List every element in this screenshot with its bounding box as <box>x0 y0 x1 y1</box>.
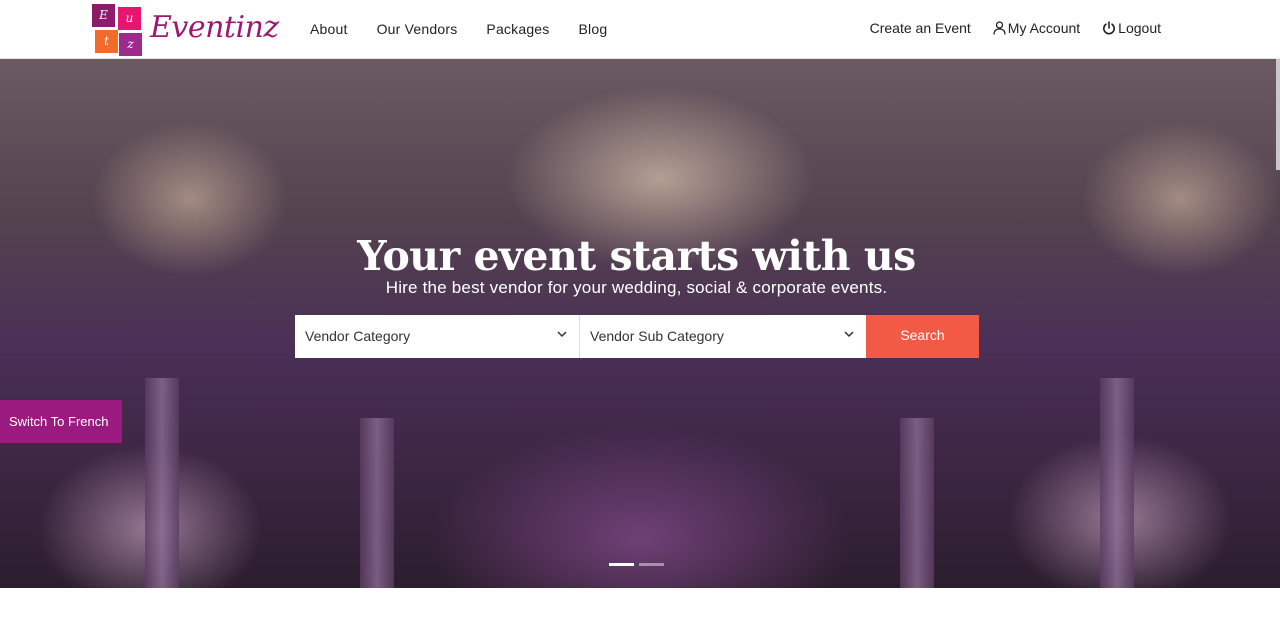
vendor-category-value: Vendor Category <box>305 328 411 344</box>
switch-language-button[interactable]: Switch To French <box>0 400 122 443</box>
power-icon <box>1103 21 1116 35</box>
logout-link[interactable]: Logout <box>1102 19 1161 37</box>
hero-decoration <box>145 378 179 588</box>
logo-letter: u <box>118 7 141 30</box>
carousel-dot[interactable] <box>609 563 634 566</box>
hero-decoration <box>360 418 394 588</box>
my-account-link[interactable]: My Account <box>993 19 1080 37</box>
carousel-dot[interactable] <box>639 563 664 566</box>
my-account-label: My Account <box>1007 20 1081 36</box>
hero-decoration <box>900 418 934 588</box>
brand-wordmark: Eventinz <box>150 10 279 45</box>
chevron-down-icon <box>557 331 567 338</box>
logo-letter: E <box>92 4 115 27</box>
vendor-search-form: Vendor Category Vendor Sub Category Sear… <box>295 315 979 358</box>
vendor-subcategory-select[interactable]: Vendor Sub Category <box>580 315 866 358</box>
search-button[interactable]: Search <box>866 315 979 358</box>
main-nav: About Our Vendors Packages Blog <box>310 20 636 38</box>
logo-letter: z <box>119 33 142 56</box>
vendor-subcategory-value: Vendor Sub Category <box>590 328 724 344</box>
create-event-label: Create an Event <box>869 20 971 36</box>
nav-link-our-vendors[interactable]: Our Vendors <box>377 20 458 38</box>
site-header: E u t z Eventinz About Our Vendors Packa… <box>0 0 1280 59</box>
logo-mark-icon: E u t z <box>92 4 144 56</box>
carousel-indicators <box>609 563 669 566</box>
nav-link-blog[interactable]: Blog <box>579 20 608 38</box>
hero-banner: Your event starts with us Hire the best … <box>0 59 1280 588</box>
hero-subtitle: Hire the best vendor for your wedding, s… <box>385 278 888 297</box>
scrollbar[interactable] <box>1276 59 1280 170</box>
hero-decoration <box>1100 378 1134 588</box>
brand-logo[interactable]: E u t z Eventinz <box>92 4 279 56</box>
nav-link-about[interactable]: About <box>310 20 348 38</box>
nav-link-packages[interactable]: Packages <box>486 20 549 38</box>
logout-label: Logout <box>1118 20 1161 36</box>
vendor-category-select[interactable]: Vendor Category <box>295 315 580 358</box>
create-event-link[interactable]: Create an Event <box>870 19 971 37</box>
hero-title: Your event starts with us <box>357 232 916 280</box>
user-icon <box>993 21 1006 35</box>
chevron-down-icon <box>844 331 854 338</box>
account-nav: Create an Event My Account Logout <box>870 19 1161 37</box>
logo-letter: t <box>95 30 118 53</box>
